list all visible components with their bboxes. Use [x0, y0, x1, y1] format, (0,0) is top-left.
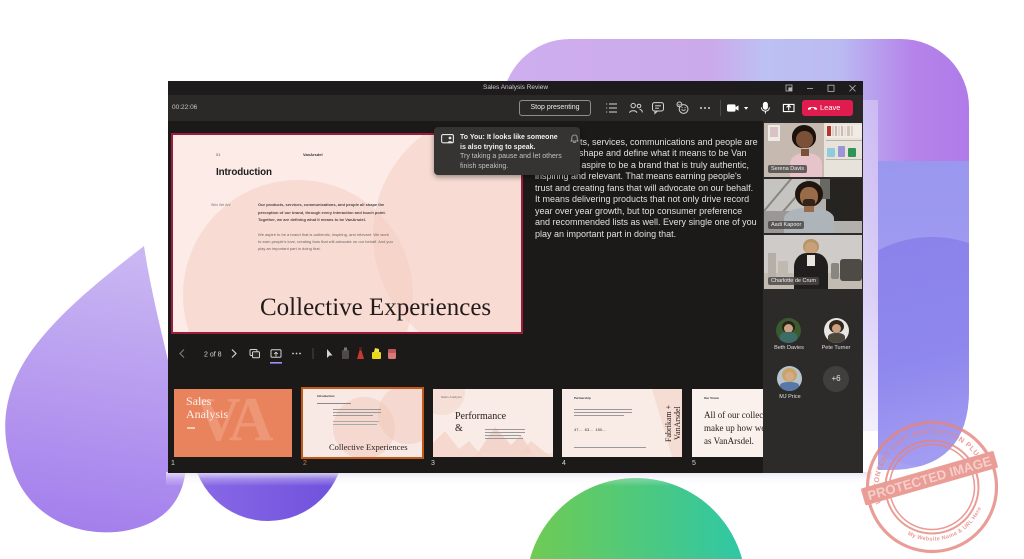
svg-text:2 of 8: 2 of 8	[204, 352, 222, 359]
svg-text:My Website Name & URL Here: My Website Name & URL Here	[904, 505, 989, 551]
